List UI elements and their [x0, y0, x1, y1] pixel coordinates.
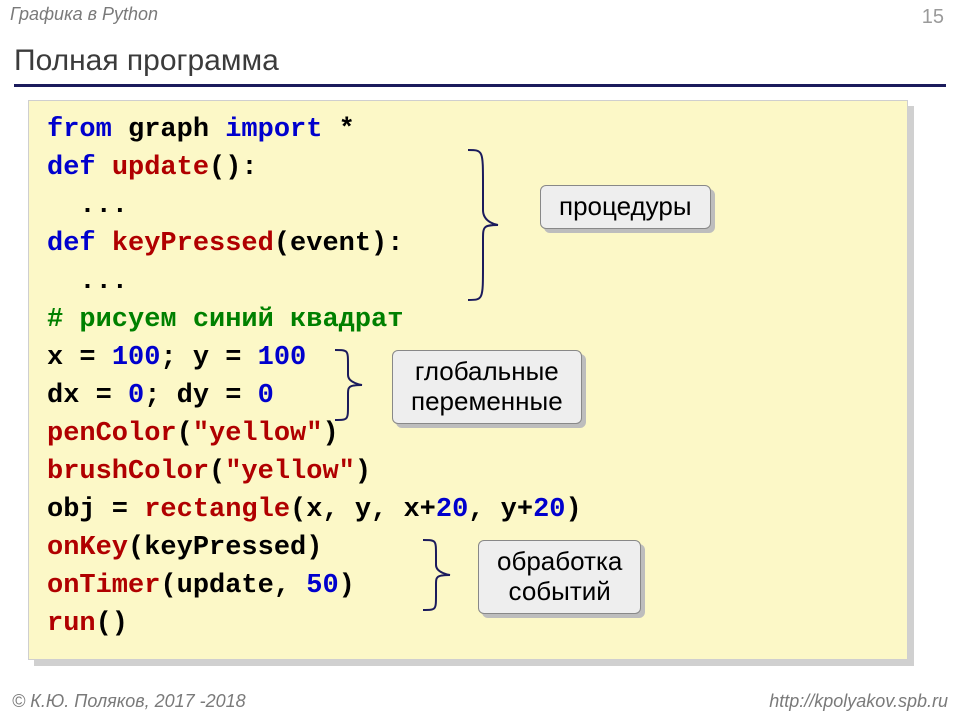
slide-topic: Графика в Python: [10, 4, 158, 25]
callout-procedures: процедуры: [540, 185, 711, 229]
page-number: 15: [922, 6, 944, 29]
callout-events: обработка событий: [478, 540, 641, 614]
divider: [14, 84, 946, 87]
footer-url: http://kpolyakov.spb.ru: [769, 691, 948, 712]
callout-globals: глобальные переменные: [392, 350, 582, 424]
footer-copyright: © К.Ю. Поляков, 2017 -2018: [12, 691, 246, 712]
slide-title: Полная программа: [14, 44, 279, 78]
